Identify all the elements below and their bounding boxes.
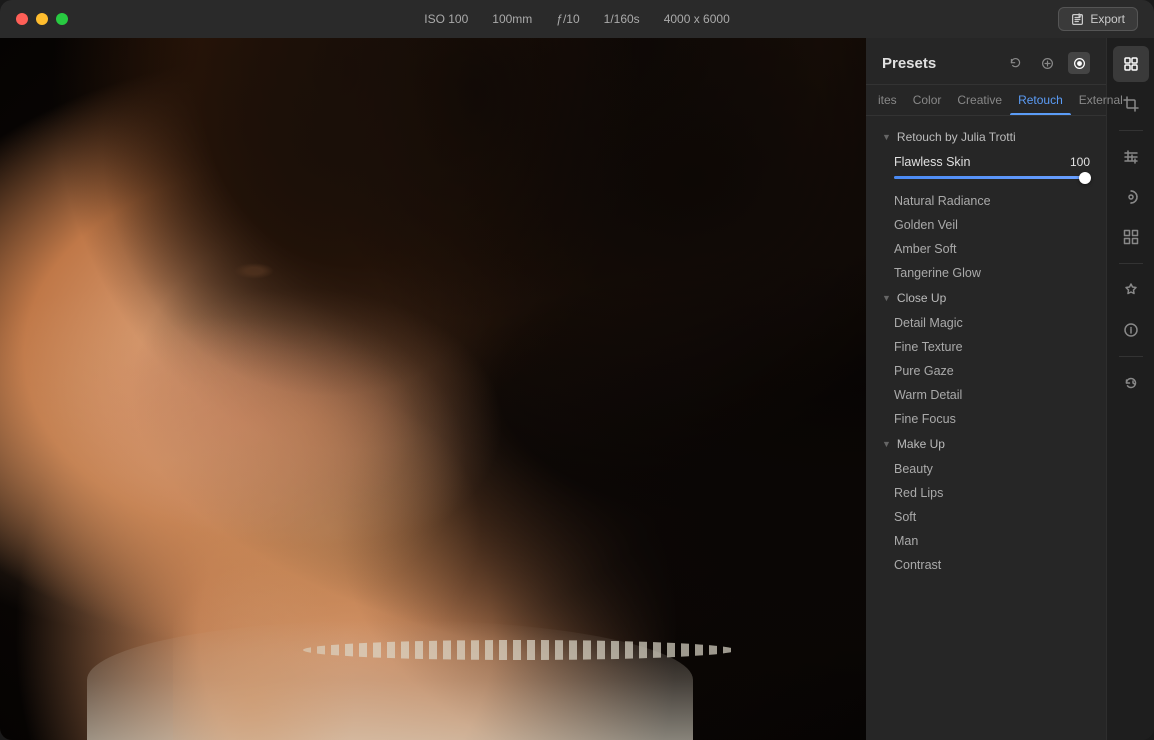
hand-area bbox=[173, 540, 373, 740]
toolbar-masking[interactable] bbox=[1113, 179, 1149, 215]
presets-tabs: ites Color Creative Retouch External bbox=[866, 85, 1106, 116]
toolbar-ai[interactable] bbox=[1113, 272, 1149, 308]
tab-color[interactable]: Color bbox=[905, 85, 950, 115]
section-make-up[interactable]: ▼ Make Up bbox=[866, 431, 1106, 457]
panel-header: Presets bbox=[866, 38, 1106, 85]
toolbar-info[interactable] bbox=[1113, 312, 1149, 348]
focal-length: 100mm bbox=[492, 12, 532, 26]
window-controls bbox=[16, 13, 68, 25]
preset-natural-radiance[interactable]: Natural Radiance bbox=[866, 189, 1106, 213]
toolbar-adjustments[interactable] bbox=[1113, 139, 1149, 175]
main-area: Presets bbox=[0, 38, 1154, 740]
presets-panel: Presets bbox=[866, 38, 1106, 740]
app-window: ISO 100 100mm ƒ/10 1/160s 4000 x 6000 Ex… bbox=[0, 0, 1154, 740]
preset-red-lips[interactable]: Red Lips bbox=[866, 481, 1106, 505]
preset-tangerine-glow[interactable]: Tangerine Glow bbox=[866, 261, 1106, 285]
slider-thumb[interactable] bbox=[1079, 172, 1091, 184]
preset-contrast[interactable]: Contrast bbox=[866, 553, 1106, 577]
preset-golden-veil[interactable]: Golden Veil bbox=[866, 213, 1106, 237]
toolbar-divider-1 bbox=[1119, 130, 1143, 131]
panel-title: Presets bbox=[882, 55, 936, 72]
toolbar-grid[interactable] bbox=[1113, 219, 1149, 255]
preset-amber-soft[interactable]: Amber Soft bbox=[866, 237, 1106, 261]
toolbar-divider-3 bbox=[1119, 356, 1143, 357]
flawless-skin-slider[interactable] bbox=[894, 176, 1090, 179]
iso-value: ISO 100 bbox=[424, 12, 468, 26]
maximize-button[interactable] bbox=[56, 13, 68, 25]
toolbar-history[interactable] bbox=[1113, 365, 1149, 401]
title-bar: ISO 100 100mm ƒ/10 1/160s 4000 x 6000 Ex… bbox=[0, 0, 1154, 38]
preset-fine-texture[interactable]: Fine Texture bbox=[866, 335, 1106, 359]
flawless-skin-slider-row bbox=[866, 174, 1106, 189]
tab-creative[interactable]: Creative bbox=[949, 85, 1010, 115]
chevron-icon: ▼ bbox=[882, 132, 891, 142]
preset-man[interactable]: Man bbox=[866, 529, 1106, 553]
shutter-speed: 1/160s bbox=[604, 12, 640, 26]
chevron-icon-3: ▼ bbox=[882, 439, 891, 449]
export-button[interactable]: Export bbox=[1058, 7, 1138, 31]
section-retouch-julia[interactable]: ▼ Retouch by Julia Trotti bbox=[866, 124, 1106, 150]
preset-beauty[interactable]: Beauty bbox=[866, 457, 1106, 481]
minimize-button[interactable] bbox=[36, 13, 48, 25]
export-label: Export bbox=[1090, 12, 1125, 26]
tab-favorites[interactable]: ites bbox=[870, 85, 905, 115]
toolbar-presets[interactable] bbox=[1113, 46, 1149, 82]
tab-retouch[interactable]: Retouch bbox=[1010, 85, 1071, 115]
add-preset-icon[interactable] bbox=[1036, 52, 1058, 74]
toolbar-divider-2 bbox=[1119, 263, 1143, 264]
export-icon bbox=[1071, 13, 1084, 26]
preset-pure-gaze[interactable]: Pure Gaze bbox=[866, 359, 1106, 383]
presets-list[interactable]: ▼ Retouch by Julia Trotti Flawless Skin … bbox=[866, 116, 1106, 740]
right-toolbar bbox=[1106, 38, 1154, 740]
tab-external[interactable]: External bbox=[1071, 85, 1131, 115]
preset-flawless-skin[interactable]: Flawless Skin 100 bbox=[866, 150, 1106, 174]
aperture-value: ƒ/10 bbox=[556, 12, 579, 26]
preset-fine-focus[interactable]: Fine Focus bbox=[866, 407, 1106, 431]
section-close-up[interactable]: ▼ Close Up bbox=[866, 285, 1106, 311]
photo-background bbox=[0, 38, 866, 740]
preset-detail-magic[interactable]: Detail Magic bbox=[866, 311, 1106, 335]
close-button[interactable] bbox=[16, 13, 28, 25]
photo-canvas[interactable] bbox=[0, 38, 866, 740]
undo-icon[interactable] bbox=[1004, 52, 1026, 74]
panel-header-icons bbox=[1004, 52, 1090, 74]
preset-soft[interactable]: Soft bbox=[866, 505, 1106, 529]
chevron-icon-2: ▼ bbox=[882, 293, 891, 303]
dimensions: 4000 x 6000 bbox=[664, 12, 730, 26]
preset-warm-detail[interactable]: Warm Detail bbox=[866, 383, 1106, 407]
slider-fill bbox=[894, 176, 1090, 179]
photo-meta: ISO 100 100mm ƒ/10 1/160s 4000 x 6000 bbox=[424, 12, 730, 26]
eye-left bbox=[234, 263, 274, 279]
active-view-icon[interactable] bbox=[1068, 52, 1090, 74]
